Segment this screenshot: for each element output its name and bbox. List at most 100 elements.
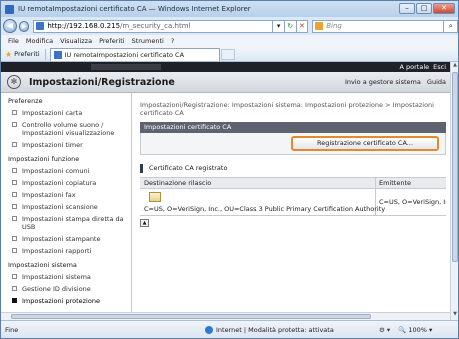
bullet-icon (12, 236, 17, 241)
minimize-button[interactable]: – (399, 3, 415, 14)
col-issuer: Emittente (379, 179, 412, 187)
window-controls: – □ ✕ (398, 3, 455, 14)
favorites-bar: ★ Preferiti IU remotaImpostazioni certif… (1, 47, 458, 62)
search-placeholder: Bing (326, 22, 342, 30)
sidebar-item-stampante[interactable]: Impostazioni stampante (1, 233, 131, 245)
bullet-icon (12, 110, 17, 115)
close-button[interactable]: ✕ (433, 3, 455, 14)
sidebar-item-fax[interactable]: Impostazioni fax (1, 189, 131, 201)
bing-icon (315, 22, 324, 30)
sidebar-item-stampa-usb[interactable]: Impostazioni stampa diretta da USB (1, 213, 131, 233)
new-tab-button[interactable] (220, 48, 235, 60)
bullet-icon (12, 192, 17, 197)
bullet-icon (12, 204, 17, 209)
maximize-button[interactable]: □ (416, 3, 432, 14)
horizontal-scrollbar[interactable] (1, 312, 450, 320)
portal-link[interactable]: A portale (400, 63, 430, 71)
window-title: IU remotaImpostazioni certificato CA — W… (18, 5, 251, 13)
browser-tab[interactable]: IU remotaImpostazioni certificato CA (49, 47, 220, 61)
register-ca-button[interactable]: Registrazione certificato CA... (291, 136, 439, 151)
logout-link[interactable]: Esci (433, 63, 446, 71)
vertical-scroll-thumb[interactable] (452, 72, 458, 262)
sidebar-item-scansione[interactable]: Impostazioni scansione (1, 201, 131, 213)
sidebar-group-preferenze: Preferenze (8, 97, 43, 105)
zone-text: Internet | Modalità protetta: attivata (216, 325, 334, 334)
registered-ca-heading: Certificato CA registrato (140, 164, 446, 173)
help-link[interactable]: Guida (427, 78, 446, 86)
sidebar-group-funzione: Impostazioni funzione (8, 155, 80, 163)
title-bar: IU remotaImpostazioni certificato CA — W… (1, 1, 458, 17)
stop-icon[interactable]: ✕ (296, 19, 309, 33)
address-toolbar: ◀ ▶ http://192.168.0.215/m_security_ca.h… (1, 17, 458, 35)
sidebar-item-copiatura[interactable]: Impostazioni copiatura (1, 177, 131, 189)
search-input[interactable]: Bing (312, 19, 445, 33)
table-header: Destinazione rilascio Emittente (140, 178, 446, 189)
bullet-icon (12, 298, 17, 303)
sidebar-item-protezione[interactable]: Impostazioni protezione (1, 295, 131, 307)
security-zone[interactable]: Internet | Modalità protetta: attivata (205, 325, 355, 334)
protected-mode-icon[interactable]: ⚙ ▾ (379, 326, 390, 334)
vertical-scrollbar[interactable]: ▲ ▼ (450, 62, 458, 320)
settings-logo-icon: ✻ (7, 75, 21, 89)
favorites-button[interactable]: Preferiti (14, 50, 39, 58)
section-body: Registrazione certificato CA... (140, 133, 446, 155)
back-icon[interactable]: ◀ (3, 19, 17, 33)
sidebar-item-sistema[interactable]: Impostazioni sistema (1, 271, 131, 283)
sidebar-item-divisione[interactable]: Gestione ID divisione (1, 283, 131, 295)
ie-icon (5, 4, 14, 14)
bullet-icon (12, 142, 17, 147)
forward-icon[interactable]: ▶ (18, 20, 30, 32)
url-path: /m_security_ca.html (120, 22, 191, 30)
tab-favicon-icon (53, 50, 62, 59)
scroll-up-icon[interactable]: ▲ (451, 62, 459, 70)
refresh-icon[interactable]: ↻ (284, 19, 297, 33)
bullet-icon (12, 248, 17, 253)
bullet-icon (12, 286, 17, 291)
send-to-admin-link[interactable]: Invio a gestore sistema (345, 78, 421, 86)
breadcrumb: Impostazioni/Registrazione: Impostazioni… (140, 101, 434, 117)
search-icon[interactable]: ⌕ (444, 19, 458, 33)
menu-file[interactable]: File (8, 37, 19, 45)
sidebar-item-timer[interactable]: Impostazioni timer (1, 139, 131, 151)
sidebar-item-rapporti[interactable]: Impostazioni rapporti (1, 245, 131, 257)
sidebar: Preferenze Impostazioni carta Controllo … (1, 93, 132, 320)
cell-destination: C=US, O=VeriSign, Inc., OU=Class 3 Publi… (140, 189, 385, 215)
divider (44, 48, 46, 60)
menu-modifica[interactable]: Modifica (26, 37, 53, 45)
zoom-level[interactable]: 🔍 100% ▾ (398, 326, 432, 334)
page-favicon-icon (36, 22, 45, 30)
page-top-icon[interactable]: ▲ (140, 219, 149, 227)
menu-strumenti[interactable]: Strumenti (132, 37, 164, 45)
bullet-icon (12, 216, 17, 221)
address-field[interactable]: http://192.168.0.215/m_security_ca.html (33, 19, 274, 33)
bullet-icon (12, 168, 17, 173)
page-content: A portale Esci ✻ Impostazioni/Registrazi… (1, 62, 450, 320)
main-panel: Impostazioni/Registrazione: Impostazioni… (140, 93, 446, 320)
menu-visualizza[interactable]: Visualizza (60, 37, 92, 45)
menu-help[interactable]: ? (171, 37, 174, 45)
table-row[interactable]: C=US, O=VeriSign, Inc., OU=Class 3 Publi… (140, 189, 446, 216)
sidebar-group-sistema: Impostazioni sistema (8, 261, 77, 269)
sidebar-item-volume[interactable]: Controllo volume suono / Impostazioni vi… (1, 119, 131, 139)
url-host: http://192.168.0.215 (47, 22, 121, 30)
destination-text: C=US, O=VeriSign, Inc., OU=Class 3 Publi… (144, 205, 386, 213)
page-title: Impostazioni/Registrazione (29, 76, 175, 88)
horizontal-scroll-thumb[interactable] (11, 314, 371, 319)
tab-title: IU remotaImpostazioni certificato CA (64, 50, 185, 59)
certificate-icon[interactable] (149, 192, 161, 202)
browser-window: IU remotaImpostazioni certificato CA — W… (0, 0, 459, 339)
globe-icon (205, 325, 213, 334)
page-header: ✻ Impostazioni/Registrazione Invio a ges… (1, 72, 450, 93)
top-strip: A portale Esci (1, 62, 450, 72)
sidebar-item-comuni[interactable]: Impostazioni comuni (1, 165, 131, 177)
menu-preferiti[interactable]: Preferiti (99, 37, 124, 45)
scroll-down-icon[interactable]: ▼ (451, 311, 459, 319)
dropdown-icon[interactable]: ▾ (273, 19, 285, 33)
header-links: Invio a gestore sistema Guida (341, 78, 446, 86)
zoom-value: 100% (408, 325, 427, 334)
sidebar-item-carta[interactable]: Impostazioni carta (1, 107, 131, 119)
status-bar: Fine Internet | Modalità protetta: attiv… (1, 320, 458, 338)
device-name-blurred (91, 64, 161, 70)
bullet-icon (12, 122, 17, 127)
favorites-star-icon[interactable]: ★ (5, 50, 12, 59)
